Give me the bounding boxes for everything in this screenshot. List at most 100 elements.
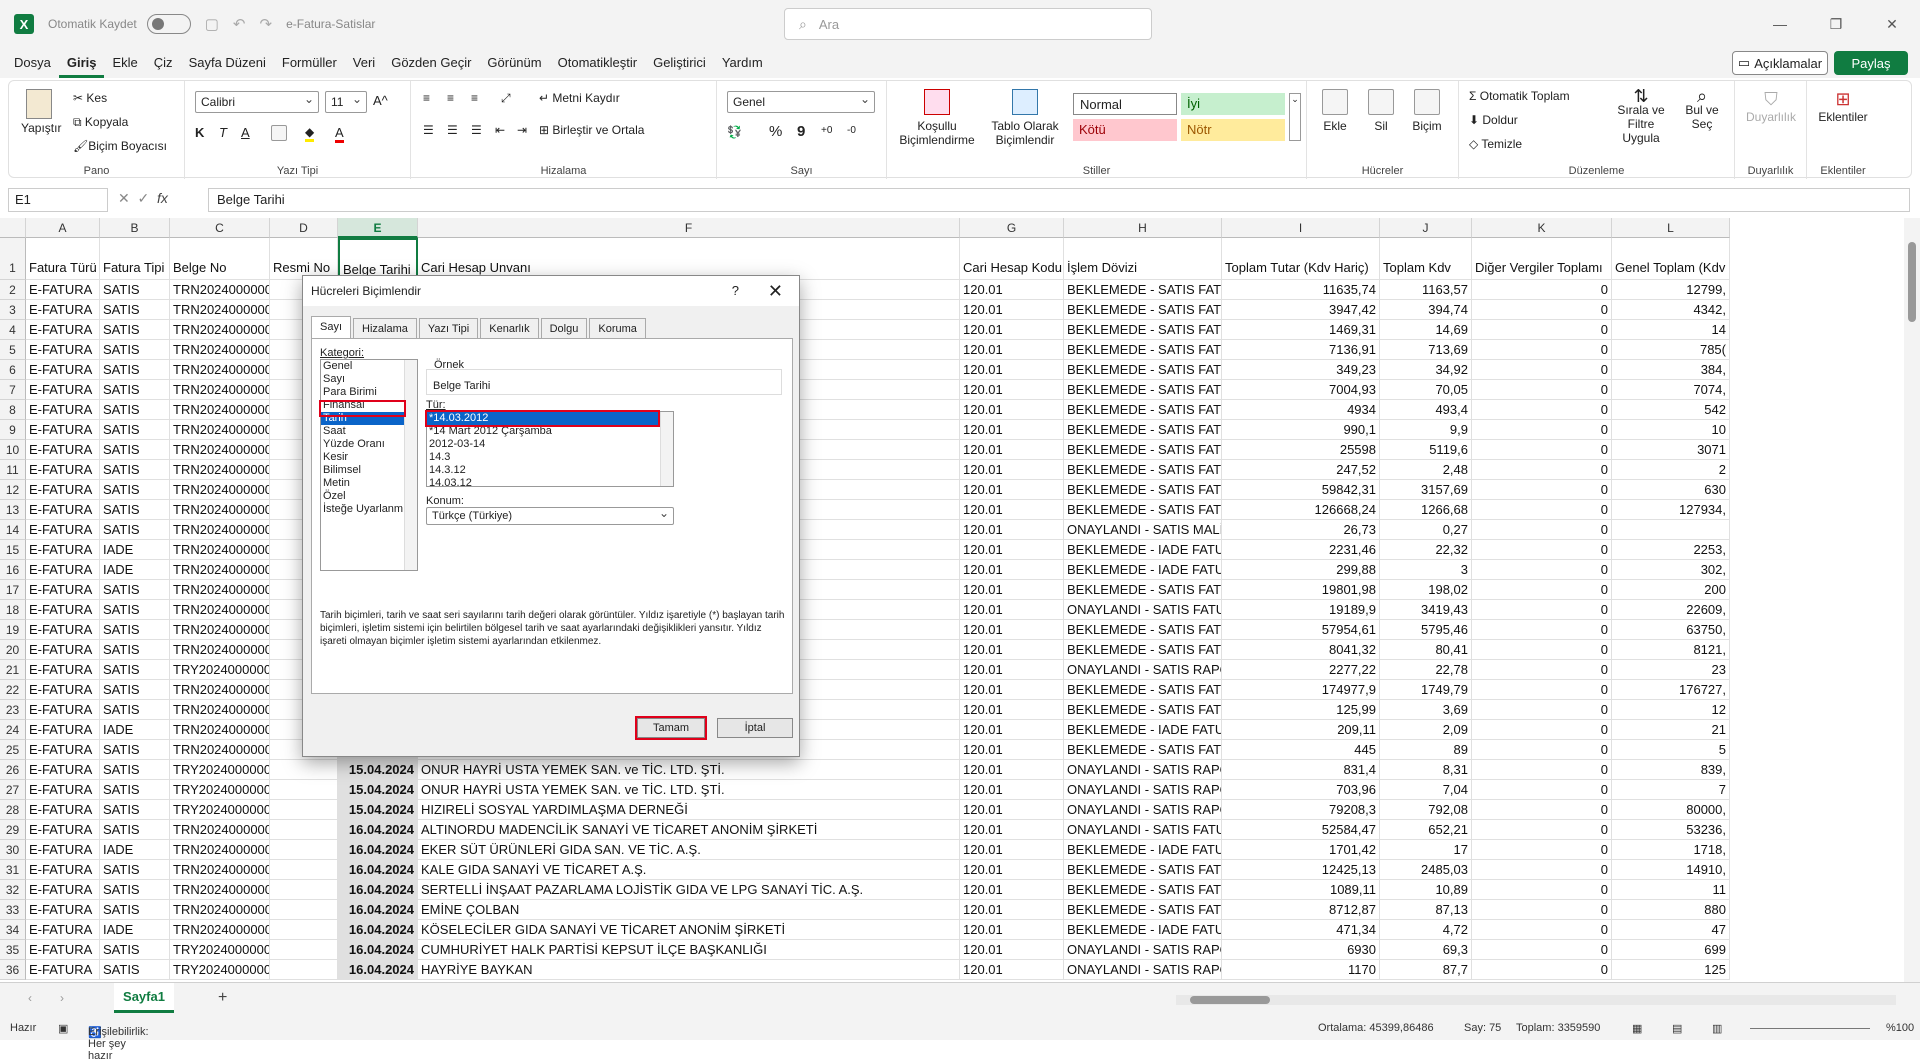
- table-cell[interactable]: 2,09: [1380, 720, 1472, 740]
- table-cell[interactable]: E-FATURA: [26, 360, 100, 380]
- row-header[interactable]: 22: [0, 680, 26, 700]
- table-cell[interactable]: 120.01: [960, 840, 1064, 860]
- table-cell[interactable]: 16.04.2024: [338, 900, 418, 920]
- align-right-icon[interactable]: ☰: [471, 123, 482, 137]
- table-cell[interactable]: 0: [1472, 960, 1612, 980]
- table-cell[interactable]: 471,34: [1222, 920, 1380, 940]
- table-cell[interactable]: SATIS: [100, 400, 170, 420]
- menu-5[interactable]: Formüller: [274, 48, 345, 78]
- table-cell[interactable]: 120.01: [960, 900, 1064, 920]
- table-cell[interactable]: 25598: [1222, 440, 1380, 460]
- table-cell[interactable]: 7,04: [1380, 780, 1472, 800]
- table-cell[interactable]: 15.04.2024: [338, 760, 418, 780]
- table-cell[interactable]: TRN2024000000: [170, 480, 270, 500]
- table-cell[interactable]: 12799,: [1612, 280, 1730, 300]
- row-header[interactable]: 7: [0, 380, 26, 400]
- header-cell-E[interactable]: Belge Tarihi: [338, 238, 418, 280]
- table-cell[interactable]: TRN2024000000: [170, 300, 270, 320]
- table-cell[interactable]: 247,52: [1222, 460, 1380, 480]
- table-cell[interactable]: 0: [1472, 940, 1612, 960]
- locale-select[interactable]: Türkçe (Türkiye): [426, 505, 674, 525]
- table-cell[interactable]: SATIS: [100, 740, 170, 760]
- table-cell[interactable]: 652,21: [1380, 820, 1472, 840]
- table-cell[interactable]: 120.01: [960, 620, 1064, 640]
- table-cell[interactable]: E-FATURA: [26, 940, 100, 960]
- table-cell[interactable]: ONAYLANDI - SATIS RAPORLANDI: [1064, 660, 1222, 680]
- table-cell[interactable]: TRN2024000000: [170, 920, 270, 940]
- row-header[interactable]: 36: [0, 960, 26, 980]
- menu-3[interactable]: Çiz: [146, 48, 181, 78]
- column-header-G[interactable]: G: [960, 218, 1064, 238]
- column-header-D[interactable]: D: [270, 218, 338, 238]
- row-header[interactable]: 27: [0, 780, 26, 800]
- table-cell[interactable]: 53236,: [1612, 820, 1730, 840]
- table-cell[interactable]: E-FATURA: [26, 760, 100, 780]
- column-header-E[interactable]: E: [338, 218, 418, 238]
- dialog-close-button[interactable]: ✕: [768, 276, 783, 306]
- fill-button[interactable]: ⬇ Doldur: [1469, 113, 1518, 127]
- table-cell[interactable]: 87,7: [1380, 960, 1472, 980]
- table-cell[interactable]: 120.01: [960, 360, 1064, 380]
- table-cell[interactable]: BEKLEMEDE - SATIS FATURA ALICIYA ULAŞTI: [1064, 440, 1222, 460]
- table-cell[interactable]: BEKLEMEDE - IADE FATURA ALICIYA ULAŞTI: [1064, 920, 1222, 940]
- table-cell[interactable]: E-FATURA: [26, 960, 100, 980]
- category-item[interactable]: Özel: [321, 490, 417, 503]
- normal-view-icon[interactable]: ▦: [1632, 1022, 1642, 1035]
- wrap-text-button[interactable]: ↵ Metni Kaydır: [539, 91, 620, 105]
- table-cell[interactable]: [270, 800, 338, 820]
- table-cell[interactable]: 16.04.2024: [338, 860, 418, 880]
- table-cell[interactable]: CUMHURİYET HALK PARTİSİ KEPSUT İLÇE BAŞK…: [418, 940, 960, 960]
- dialog-tab-1[interactable]: Hizalama: [353, 318, 417, 338]
- table-cell[interactable]: 785(: [1612, 340, 1730, 360]
- copy-button[interactable]: ⧉ Kopyala: [73, 115, 128, 130]
- table-cell[interactable]: 8712,87: [1222, 900, 1380, 920]
- row-header[interactable]: 31: [0, 860, 26, 880]
- type-item[interactable]: 14.03.12: [427, 477, 673, 486]
- menu-9[interactable]: Otomatikleştir: [550, 48, 645, 78]
- table-cell[interactable]: 120.01: [960, 520, 1064, 540]
- row-header[interactable]: 25: [0, 740, 26, 760]
- table-cell[interactable]: E-FATURA: [26, 920, 100, 940]
- table-cell[interactable]: 120.01: [960, 380, 1064, 400]
- table-cell[interactable]: 120.01: [960, 300, 1064, 320]
- table-cell[interactable]: 0: [1472, 380, 1612, 400]
- table-cell[interactable]: ONAYLANDI - SATIS RAPORLANDI: [1064, 800, 1222, 820]
- table-cell[interactable]: [270, 780, 338, 800]
- zoom-level[interactable]: %100: [1886, 1022, 1914, 1034]
- table-cell[interactable]: SATIS: [100, 640, 170, 660]
- table-cell[interactable]: TRN2024000000: [170, 360, 270, 380]
- table-cell[interactable]: 23: [1612, 660, 1730, 680]
- file-name[interactable]: e-Fatura-Satislar: [286, 17, 375, 31]
- macro-record-icon[interactable]: ▣: [58, 1022, 68, 1035]
- column-header-C[interactable]: C: [170, 218, 270, 238]
- table-cell[interactable]: 1749,79: [1380, 680, 1472, 700]
- fill-color-button[interactable]: ◆: [305, 125, 315, 142]
- table-cell[interactable]: 839,: [1612, 760, 1730, 780]
- table-cell[interactable]: E-FATURA: [26, 700, 100, 720]
- table-cell[interactable]: 120.01: [960, 940, 1064, 960]
- table-cell[interactable]: SATIS: [100, 300, 170, 320]
- table-cell[interactable]: 0: [1472, 760, 1612, 780]
- font-color-button[interactable]: A: [335, 125, 344, 143]
- decrease-decimal-button[interactable]: -0: [847, 125, 856, 136]
- table-cell[interactable]: 127934,: [1612, 500, 1730, 520]
- table-cell[interactable]: 79208,3: [1222, 800, 1380, 820]
- table-cell[interactable]: 120.01: [960, 880, 1064, 900]
- table-cell[interactable]: 3419,43: [1380, 600, 1472, 620]
- table-cell[interactable]: IADE: [100, 840, 170, 860]
- table-cell[interactable]: 2277,22: [1222, 660, 1380, 680]
- table-cell[interactable]: 120.01: [960, 660, 1064, 680]
- table-cell[interactable]: 69,3: [1380, 940, 1472, 960]
- column-header-A[interactable]: A: [26, 218, 100, 238]
- table-cell[interactable]: TRN2024000000: [170, 420, 270, 440]
- table-cell[interactable]: 22,32: [1380, 540, 1472, 560]
- header-cell-K[interactable]: Diğer Vergiler Toplamı: [1472, 238, 1612, 280]
- column-header-K[interactable]: K: [1472, 218, 1612, 238]
- table-cell[interactable]: 3,69: [1380, 700, 1472, 720]
- delete-cells-button[interactable]: Sil: [1363, 89, 1399, 133]
- excel-logo-icon[interactable]: X: [14, 14, 34, 34]
- table-cell[interactable]: 0: [1472, 540, 1612, 560]
- table-cell[interactable]: TRN2024000000: [170, 340, 270, 360]
- table-cell[interactable]: IADE: [100, 720, 170, 740]
- table-cell[interactable]: TRN2024000000: [170, 620, 270, 640]
